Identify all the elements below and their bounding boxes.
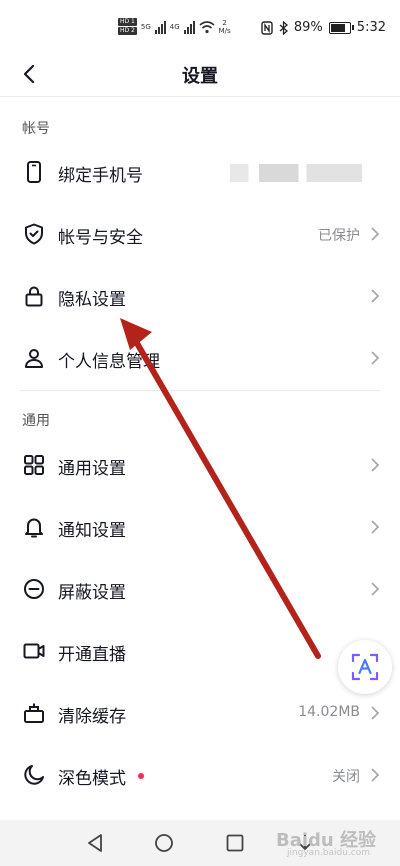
settings-header: 设置 xyxy=(0,52,400,97)
phone-icon xyxy=(27,161,41,183)
row-value: 已保护 xyxy=(318,228,360,244)
row-label: 隐私设置 xyxy=(58,290,126,310)
chevron-right-icon xyxy=(371,582,380,596)
chevron-right-icon xyxy=(371,458,380,472)
row-label: 开通直播 xyxy=(58,645,126,665)
row-label: 屏蔽设置 xyxy=(58,583,126,603)
wifi-icon xyxy=(199,20,215,33)
minus-circle-icon xyxy=(24,579,44,599)
row-label: 绑定手机号 xyxy=(58,166,143,186)
row-general-settings[interactable]: 通用设置 xyxy=(0,435,400,497)
hd-bottom: HD 2 xyxy=(118,27,137,35)
row-label: 深色模式 xyxy=(58,769,126,789)
grid-icon xyxy=(24,455,44,475)
nav-back-icon[interactable] xyxy=(86,833,104,853)
speed-value: 2 xyxy=(222,18,227,27)
row-value: 关闭 xyxy=(332,769,360,785)
battery-fill xyxy=(330,23,346,32)
broom-box-icon xyxy=(24,703,44,723)
section-label-account: 帐号 xyxy=(22,121,50,137)
row-dark-mode[interactable]: 深色模式 关闭 xyxy=(0,745,400,807)
battery-icon xyxy=(328,21,354,34)
nfc-icon xyxy=(261,20,273,35)
bluetooth-icon xyxy=(279,20,288,35)
status-time: 5:32 xyxy=(356,20,386,35)
section-label-general: 通用 xyxy=(22,413,50,429)
floating-ai-button[interactable] xyxy=(338,640,392,694)
row-bind-phone[interactable]: 绑定手机号 xyxy=(0,142,400,204)
user-icon xyxy=(25,349,43,368)
chevron-right-icon xyxy=(371,706,380,720)
status-bar: HD 1 HD 2 5G 4G 2 M/s 89% 5:32 xyxy=(0,0,400,52)
phone-number-blurred xyxy=(230,164,362,182)
row-privacy[interactable]: 隐私设置 xyxy=(0,266,400,328)
video-camera-icon xyxy=(23,643,45,659)
lock-icon xyxy=(25,286,43,307)
network-type-2: 4G xyxy=(169,22,180,31)
section-divider xyxy=(20,390,380,391)
moon-icon xyxy=(24,765,44,785)
row-account-security[interactable]: 帐号与安全 已保护 xyxy=(0,204,400,266)
row-value: 14.02MB xyxy=(298,704,360,720)
chevron-right-icon xyxy=(371,227,380,241)
shield-check-icon xyxy=(25,223,43,245)
chevron-right-icon xyxy=(371,768,380,782)
row-label: 帐号与安全 xyxy=(58,228,143,248)
signal-icon-2 xyxy=(183,20,195,34)
hd-top: HD 1 xyxy=(118,18,137,26)
bell-icon xyxy=(25,518,43,538)
chevron-right-icon xyxy=(371,520,380,534)
row-label: 通用设置 xyxy=(58,459,126,479)
status-right: 89% 5:32 xyxy=(261,20,386,35)
row-notification[interactable]: 通知设置 xyxy=(0,497,400,559)
chevron-right-icon xyxy=(371,289,380,303)
network-type-1: 5G xyxy=(140,22,151,31)
network-speed: 2 M/s xyxy=(219,19,231,35)
battery-percent: 89% xyxy=(293,20,323,35)
nav-home-icon[interactable] xyxy=(154,833,174,853)
row-personal-info[interactable]: 个人信息管理 xyxy=(0,328,400,390)
status-left: HD 1 HD 2 5G 4G 2 M/s xyxy=(118,18,231,35)
speed-unit: M/s xyxy=(218,26,231,35)
row-label: 清除缓存 xyxy=(58,707,126,727)
new-badge-dot xyxy=(138,773,144,779)
row-label: 个人信息管理 xyxy=(58,352,160,372)
chevron-right-icon xyxy=(371,351,380,365)
row-block-settings[interactable]: 屏蔽设置 xyxy=(0,559,400,621)
row-label: 通知设置 xyxy=(58,521,126,541)
signal-icon xyxy=(154,20,166,34)
text-recognition-icon xyxy=(351,653,379,681)
row-clear-cache[interactable]: 清除缓存 14.02MB xyxy=(0,683,400,745)
hd-indicator: HD 1 HD 2 xyxy=(118,18,137,35)
page-title: 设置 xyxy=(182,66,218,87)
nav-recent-icon[interactable] xyxy=(225,833,245,853)
watermark-sub: jingyan.baidu.com xyxy=(286,848,370,858)
